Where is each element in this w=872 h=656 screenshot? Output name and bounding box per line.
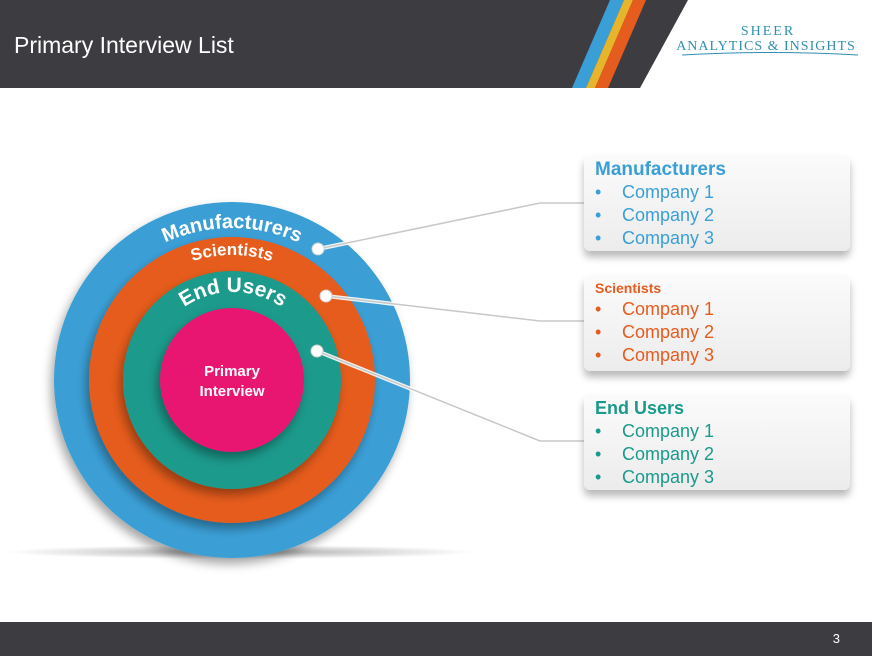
list-item: • Company 1 [595,421,715,441]
group-title: Scientists [595,280,662,296]
group-list: • Company 1 • Company 2 • Company 3 [595,420,714,489]
group-list: • Company 1 • Company 2 • Company 3 [595,298,714,367]
list-item: • Company 3 [595,345,715,365]
group-box-end-users: End Users • Company 1 • Company 2 • Company… [584,394,850,490]
connector-dot-scientists [319,289,333,303]
connector-dot-end-users [310,344,324,358]
core-label-line1: Primary [204,363,261,380]
list-item: • Company 3 [595,228,715,248]
core-label-line2: Interview [199,383,264,400]
list-item: • Company 2 [595,444,715,464]
list-item: • Company 1 [595,182,715,202]
list-item: • Company 3 [595,467,715,487]
group-box-manufacturers: Manufacturers • Company 1 • Company 2 • Com… [584,155,850,251]
ring-primary-interview [160,308,304,452]
list-item: • Company 1 [595,299,715,319]
group-box-scientists: Scientists • Company 1 • Company 2 • Compan… [584,275,850,371]
group-title: End Users [595,398,685,418]
connector-dot-manufacturers [311,242,325,256]
footer-bar: 3 [0,622,872,656]
group-list: • Company 1 • Company 2 • Company 3 [595,181,714,250]
list-item: • Company 2 [595,322,715,342]
list-item: • Company 2 [595,205,715,225]
page-number: 3 [832,631,840,646]
group-title: Manufacturers [595,159,726,180]
